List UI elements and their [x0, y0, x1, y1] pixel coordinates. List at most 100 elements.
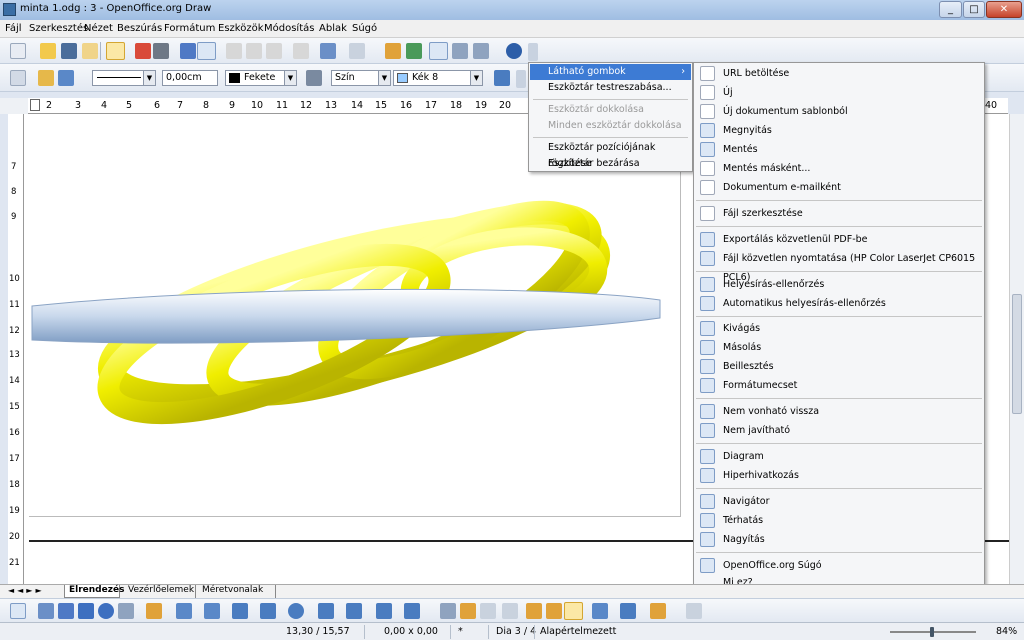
submenu-item-cut[interactable]: Kivágás [695, 319, 983, 338]
menu-help[interactable]: Súgó [352, 23, 377, 34]
submenu-item-zoom[interactable]: Nagyítás [695, 530, 983, 549]
chevron-down-icon[interactable]: ▼ [143, 71, 155, 85]
maximize-button[interactable]: □ [963, 1, 985, 18]
menu-view[interactable]: Nézet [84, 23, 113, 34]
submenu-item-redo[interactable]: Nem javítható [695, 421, 983, 440]
chart-icon[interactable] [385, 43, 401, 59]
submenu-item-new[interactable]: Új [695, 83, 983, 102]
help-icon[interactable] [506, 43, 522, 59]
toolbar-options-icon[interactable] [528, 43, 538, 61]
submenu-item-copy[interactable]: Másolás [695, 338, 983, 357]
zoom-slider-thumb[interactable] [930, 627, 934, 637]
submenu-item-undo[interactable]: Nem vonható vissza [695, 402, 983, 421]
cut-icon[interactable] [226, 43, 242, 59]
submenu-item-paste[interactable]: Beillesztés [695, 357, 983, 376]
email-icon[interactable] [82, 43, 98, 59]
extrusion-icon[interactable] [564, 602, 583, 620]
shadow-icon[interactable] [494, 70, 510, 86]
open-icon[interactable] [40, 43, 56, 59]
submenu-item-format-paintbrush[interactable]: Formátumecset [695, 376, 983, 395]
chevron-down-icon[interactable]: ▼ [378, 71, 390, 85]
toolbar-options-icon[interactable] [516, 70, 526, 88]
arrange-icon[interactable] [650, 603, 666, 619]
pdf-icon[interactable] [135, 43, 151, 59]
menu-item-close-toolbar[interactable]: Eszköztár bezárása [530, 156, 691, 172]
submenu-item-3d-effect[interactable]: Térhatás [695, 511, 983, 530]
glue-points-icon[interactable] [460, 603, 476, 619]
area-style-select[interactable]: Szín ▼ [331, 70, 391, 86]
select-icon[interactable] [10, 603, 26, 619]
shadow-toggle-icon[interactable] [686, 603, 702, 619]
connector-icon[interactable] [176, 603, 192, 619]
vertical-scrollbar[interactable] [1009, 114, 1024, 584]
ellipse-icon[interactable] [98, 603, 114, 619]
rectangle-icon[interactable] [78, 603, 94, 619]
submenu-item-export-pdf[interactable]: Exportálás közvetlenül PDF-be [695, 230, 983, 249]
arrow-style-icon[interactable] [58, 70, 74, 86]
tab-dimension-lines[interactable]: Méretvonalak [198, 585, 276, 598]
menu-file[interactable]: Fájl [5, 23, 22, 34]
submenu-item-print-direct[interactable]: Fájl közvetlen nyomtatása (HP Color Lase… [695, 249, 983, 283]
navigator-icon[interactable] [429, 42, 448, 60]
auto-spellcheck-icon[interactable] [197, 42, 216, 60]
submenu-item-spellcheck[interactable]: Helyesírás-ellenőrzés [695, 275, 983, 294]
zoom-level[interactable]: 84% [996, 626, 1017, 637]
points-icon[interactable] [440, 603, 456, 619]
chevron-down-icon[interactable]: ▼ [470, 71, 482, 85]
curve-icon[interactable] [146, 603, 162, 619]
submenu-item-url[interactable]: URL betöltése [695, 64, 983, 83]
submenu-item-edit-file[interactable]: Fájl szerkesztése [695, 204, 983, 223]
menu-window[interactable]: Ablak [319, 23, 347, 34]
tab-layout[interactable]: Elrendezés [64, 585, 124, 598]
rotate-icon[interactable] [592, 603, 608, 619]
menu-item-customize-toolbar[interactable]: Eszköztár testreszabása... [530, 80, 691, 96]
hyperlink-icon[interactable] [406, 43, 422, 59]
block-arrows-icon[interactable] [318, 603, 334, 619]
submenu-item-auto-spellcheck[interactable]: Automatikus helyesírás-ellenőrzés [695, 294, 983, 313]
print-icon[interactable] [153, 43, 169, 59]
undo-icon[interactable] [320, 43, 336, 59]
3d-objects-icon[interactable] [232, 603, 248, 619]
menu-item-visible-buttons[interactable]: Látható gombok › [530, 64, 691, 80]
basic-shapes-icon[interactable] [260, 603, 276, 619]
edit-file-icon[interactable] [106, 42, 125, 60]
3d-rings-drawing[interactable] [24, 194, 684, 494]
save-icon[interactable] [61, 43, 77, 59]
3d-effect-icon[interactable] [452, 43, 468, 59]
text-icon[interactable] [118, 603, 134, 619]
spellcheck-icon[interactable] [180, 43, 196, 59]
line-tool-icon[interactable] [38, 603, 54, 619]
format-paintbrush-icon[interactable] [293, 43, 309, 59]
menu-item-lock-toolbar-position[interactable]: Eszköztár pozíciójának rögzítése [530, 140, 691, 169]
paste-icon[interactable] [266, 43, 282, 59]
callouts-icon[interactable] [376, 603, 392, 619]
menu-modify[interactable]: Módosítás [264, 23, 314, 34]
styles-icon[interactable] [10, 70, 26, 86]
submenu-item-chart[interactable]: Diagram [695, 447, 983, 466]
menu-edit[interactable]: Szerkesztés [29, 23, 88, 34]
submenu-item-save-as[interactable]: Mentés másként... [695, 159, 983, 178]
line-width-field[interactable]: 0,00cm [162, 70, 218, 86]
flowchart-icon[interactable] [346, 603, 362, 619]
area-color-select[interactable]: Kék 8 ▼ [393, 70, 483, 86]
scrollbar-thumb[interactable] [1012, 294, 1022, 414]
tab-navigation-arrows[interactable]: ◄◄►► [8, 586, 56, 597]
line-icon[interactable] [38, 70, 54, 86]
image-icon[interactable] [546, 603, 562, 619]
zoom-icon[interactable] [473, 43, 489, 59]
chevron-down-icon[interactable]: ▼ [284, 71, 296, 85]
from-file-icon[interactable] [502, 603, 518, 619]
submenu-item-email[interactable]: Dokumentum e-mailként [695, 178, 983, 197]
area-icon[interactable] [306, 70, 322, 86]
line-style-select[interactable]: ▼ [92, 70, 156, 86]
lines-arrows-icon[interactable] [204, 603, 220, 619]
symbol-shapes-icon[interactable] [288, 603, 304, 619]
tab-stop-marker[interactable] [30, 99, 40, 111]
submenu-item-template[interactable]: Új dokumentum sablonból [695, 102, 983, 121]
gallery-icon[interactable] [526, 603, 542, 619]
arrow-line-icon[interactable] [58, 603, 74, 619]
submenu-item-save[interactable]: Mentés [695, 140, 983, 159]
copy-icon[interactable] [246, 43, 262, 59]
fontwork-icon[interactable] [480, 603, 496, 619]
submenu-item-navigator[interactable]: Navigátor [695, 492, 983, 511]
